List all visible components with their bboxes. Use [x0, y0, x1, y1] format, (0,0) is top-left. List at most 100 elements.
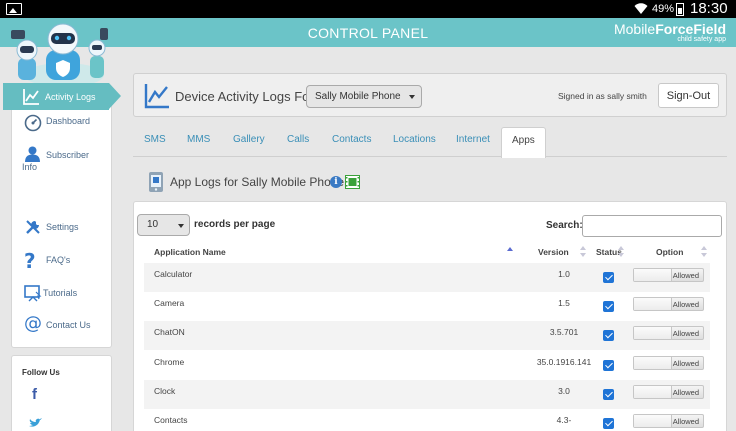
tab-calls[interactable]: Calls	[287, 134, 309, 145]
sidebar-item-label: Settings	[46, 222, 79, 232]
toggle-knob	[634, 298, 672, 310]
app-name: Clock	[154, 386, 176, 396]
table-row: Chrome 35.0.1916.141 Allowed	[144, 351, 710, 380]
log-type-tabs: SMS MMS Gallery Calls Contacts Locations…	[133, 127, 727, 158]
app-name: Camera	[154, 298, 185, 308]
table-row: ChatON 3.5.701 Allowed	[144, 321, 710, 350]
status-checkbox[interactable]	[603, 330, 614, 341]
twitter-icon[interactable]	[29, 418, 42, 428]
battery-icon	[676, 3, 684, 16]
records-per-page-value: 10	[147, 219, 159, 230]
option-toggle[interactable]: Allowed	[633, 356, 704, 370]
app-logs-title: App Logs for Sally Mobile Phone	[170, 175, 345, 189]
wifi-icon	[634, 3, 648, 14]
tab-contacts[interactable]: Contacts	[332, 134, 371, 145]
gallery-icon	[6, 3, 22, 15]
option-toggle[interactable]: Allowed	[633, 414, 704, 428]
tab-mms[interactable]: MMS	[187, 134, 210, 145]
brand-light: Mobile	[613, 21, 656, 37]
toggle-knob	[634, 357, 672, 369]
app-version: 1.5	[558, 298, 570, 308]
tab-sms[interactable]: SMS	[144, 134, 166, 145]
tab-locations[interactable]: Locations	[393, 134, 436, 145]
facebook-icon[interactable]: f	[32, 386, 37, 403]
sign-out-button[interactable]: Sign-Out	[658, 83, 719, 108]
settings-icon	[26, 220, 40, 234]
app-version: 3.0	[558, 386, 570, 396]
chevron-down-icon	[178, 224, 184, 228]
column-header-application-name[interactable]: Application Name	[154, 247, 226, 257]
dashboard-icon	[24, 114, 42, 132]
app-name: Calculator	[154, 269, 193, 279]
option-label: Allowed	[672, 359, 699, 368]
sort-icon[interactable]	[618, 246, 624, 258]
search-label: Search:	[546, 220, 583, 231]
column-header-option[interactable]: Option	[656, 247, 683, 257]
option-toggle[interactable]: Allowed	[633, 326, 704, 340]
sidebar-item-label: Contact Us	[46, 320, 91, 330]
app-version: 1.0	[558, 269, 570, 279]
tab-apps[interactable]: Apps	[501, 127, 546, 158]
table-row: Camera 1.5 Allowed	[144, 292, 710, 321]
status-bar: 49% 18:30	[0, 0, 736, 18]
active-arrow	[109, 83, 121, 109]
app-name: Contacts	[154, 415, 188, 425]
status-checkbox[interactable]	[603, 389, 614, 400]
table-row: Clock 3.0 Allowed	[144, 380, 710, 409]
status-checkbox[interactable]	[603, 272, 614, 283]
tutorials-icon	[24, 285, 42, 302]
option-label: Allowed	[672, 417, 699, 426]
clock: 18:30	[690, 0, 728, 17]
status-checkbox[interactable]	[603, 418, 614, 429]
option-label: Allowed	[672, 329, 699, 338]
tab-gallery[interactable]: Gallery	[233, 134, 265, 145]
app-name: Chrome	[154, 357, 185, 367]
device-activity-heading: Device Activity Logs For	[175, 89, 314, 104]
battery-percent: 49%	[652, 3, 675, 15]
app-version: 4.3-	[556, 415, 572, 425]
sort-icon[interactable]	[580, 246, 586, 258]
tab-internet[interactable]: Internet	[456, 134, 490, 145]
toggle-knob	[634, 415, 672, 427]
column-header-version[interactable]: Version	[538, 247, 569, 257]
status-checkbox[interactable]	[603, 301, 614, 312]
sort-icon[interactable]	[701, 246, 707, 258]
sidebar-item-label: Activity Logs	[45, 92, 96, 102]
sidebar-item-label: FAQ's	[46, 255, 71, 265]
sidebar-item-label: Subscriber Info	[22, 150, 90, 172]
table-row: Calculator 1.0 Allowed	[144, 263, 710, 292]
info-icon[interactable]: i	[330, 176, 342, 188]
device-select[interactable]: Sally Mobile Phone	[306, 85, 422, 108]
option-toggle[interactable]: Allowed	[633, 297, 704, 311]
robot-mascot-icon	[11, 23, 108, 84]
toggle-knob	[634, 386, 672, 398]
activity-logs-icon	[23, 89, 39, 105]
app-version: 35.0.1916.141	[536, 357, 592, 367]
signed-in-text: Signed in as sally smith	[558, 91, 647, 101]
brand-bold: ForceField	[655, 21, 726, 37]
option-toggle[interactable]: Allowed	[633, 268, 704, 282]
follow-us-title: Follow Us	[22, 368, 60, 377]
status-checkbox[interactable]	[603, 360, 614, 371]
table-row: Contacts 4.3- Allowed	[144, 409, 710, 431]
option-label: Allowed	[672, 271, 699, 280]
follow-us-panel: Follow Us f	[11, 355, 112, 431]
activity-chart-icon	[144, 84, 169, 109]
sidebar-item-label: Tutorials	[43, 288, 78, 298]
sidebar-item-activity-logs[interactable]: Activity Logs	[3, 83, 121, 110]
sort-ascending-icon[interactable]	[507, 247, 513, 251]
chevron-down-icon	[409, 95, 415, 99]
contact-icon: @	[24, 313, 42, 334]
sidebar-item-label: Dashboard	[46, 116, 91, 126]
brand-logo: MobileForceField child safety app	[614, 22, 726, 44]
records-per-page-label: records per page	[194, 219, 276, 230]
option-toggle[interactable]: Allowed	[633, 385, 704, 399]
device-select-value: Sally Mobile Phone	[315, 91, 401, 102]
search-input[interactable]	[582, 215, 722, 237]
phone-icon	[149, 172, 163, 192]
app-name: ChatON	[154, 327, 185, 337]
records-per-page-select[interactable]: 10	[137, 214, 190, 236]
video-tutorial-icon[interactable]	[345, 175, 360, 189]
brand-tagline: child safety app	[677, 36, 726, 43]
app-version: 3.5.701	[549, 327, 579, 337]
